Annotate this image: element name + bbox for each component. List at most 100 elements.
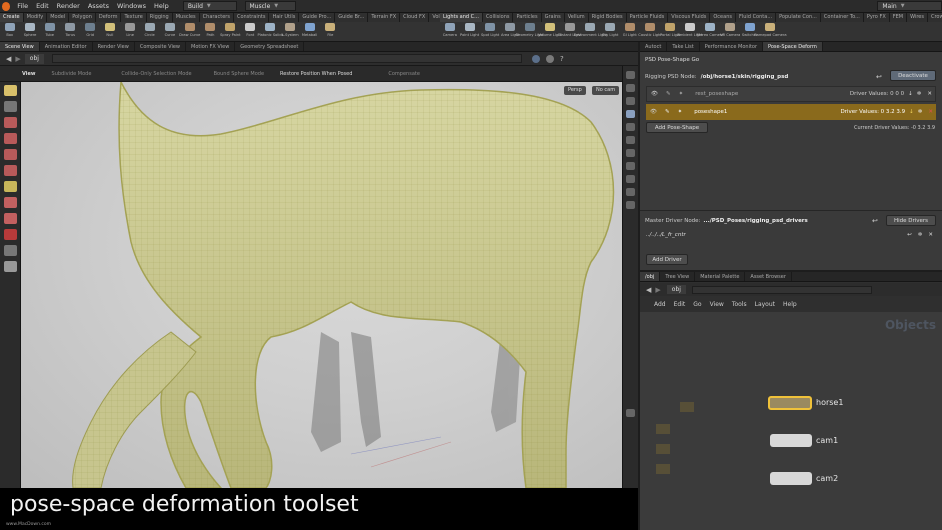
refresh-icon[interactable]: ↩	[907, 232, 912, 238]
viewer-tab-1[interactable]: Animation Editor	[40, 42, 93, 51]
pose-row-active[interactable]: 👁 ✎ ✦ poseshape1 Driver Values: 0 3.2 3.…	[646, 104, 936, 120]
light-tool-10[interactable]: Caustic Light	[638, 22, 662, 41]
light-tool-2[interactable]: Spot Light	[480, 22, 500, 41]
network-menu-view[interactable]: View	[710, 301, 724, 308]
shelf-tab-3[interactable]: Polygon	[69, 13, 96, 22]
scale-tool-icon[interactable]	[3, 133, 17, 144]
light-tool-4[interactable]: Geometry Light	[516, 22, 544, 41]
shelf-tool-5[interactable]: Null	[100, 22, 120, 41]
psd-tab-1[interactable]: Take List	[667, 42, 700, 51]
shelf-tab-12[interactable]: Guide Br...	[335, 13, 369, 22]
path-field[interactable]	[51, 54, 522, 63]
menu-windows[interactable]: Windows	[113, 2, 150, 10]
option-collide-selection[interactable]: Collide-Only Selection Mode	[113, 71, 199, 77]
option-compensate[interactable]: Compensate	[380, 71, 428, 77]
network-menu-edit[interactable]: Edit	[674, 301, 686, 308]
viewer-tab-2[interactable]: Render View	[93, 42, 135, 51]
shelf-tool-10[interactable]: Path	[200, 22, 220, 41]
driver-row[interactable]: ../../../L_fr_cntr ↩ ✲ ✕	[646, 228, 936, 241]
network-tab-1[interactable]: Tree View	[660, 272, 696, 281]
shelf-tab-5[interactable]: Texture	[121, 13, 147, 22]
view-label[interactable]: View	[14, 71, 44, 77]
shelf-tool-1[interactable]: Sphere	[20, 22, 40, 41]
visible-eye-icon[interactable]: 👁	[650, 109, 657, 115]
shelf-tab-right-9[interactable]: Fluid Conta...	[735, 13, 777, 22]
visible-eye-icon[interactable]: 👁	[651, 91, 658, 97]
menu-render[interactable]: Render	[53, 2, 84, 10]
brush-tool-icon[interactable]	[3, 181, 17, 192]
cam2-node[interactable]	[770, 472, 812, 485]
shelf-tool-2[interactable]: Tube	[40, 22, 60, 41]
pose-row-rest[interactable]: 👁 ✎ ✦ rest_poseshape Driver Values: 0 0 …	[646, 86, 936, 102]
shelf-tool-16[interactable]: File	[320, 22, 340, 41]
shelf-tab-6[interactable]: Rigging	[146, 13, 173, 22]
shelf-tab-right-1[interactable]: Collisions	[482, 13, 514, 22]
houdini-logo-icon[interactable]	[2, 1, 11, 11]
network-tab-3[interactable]: Asset Browser	[745, 272, 792, 281]
scene-dropdown[interactable]: Muscle ▼	[244, 1, 297, 11]
menu-help[interactable]: Help	[150, 2, 173, 10]
shelf-tab-7[interactable]: Muscles	[172, 13, 200, 22]
shelf-tab-4[interactable]: Deform	[95, 13, 122, 22]
shelf-tab-right-14[interactable]: Wires	[907, 13, 928, 22]
master-path[interactable]: .../PSD_Poses/rigging_psd_drivers	[703, 218, 807, 224]
light-icon[interactable]	[626, 84, 635, 92]
close-icon[interactable]: ✕	[928, 232, 933, 238]
forward-arrow-icon[interactable]: ▶	[15, 55, 20, 63]
help-icon[interactable]: ?	[560, 55, 564, 63]
shelf-tab-2[interactable]: Model	[47, 13, 70, 22]
viewer-tab-5[interactable]: Geometry Spreadsheet	[235, 42, 305, 51]
shelf-tab-right-6[interactable]: Particle Fluids	[626, 13, 669, 22]
info-icon[interactable]	[626, 409, 635, 417]
view-tool-icon[interactable]	[3, 197, 17, 208]
normals-icon[interactable]	[626, 149, 635, 157]
shelf-tool-3[interactable]: Torus	[60, 22, 80, 41]
light-tool-16[interactable]: Gamepad Camera	[754, 22, 786, 41]
viewer-tab-4[interactable]: Motion FX View	[186, 42, 236, 51]
move-tool-icon[interactable]	[3, 101, 17, 112]
settings-icon[interactable]: ✲	[918, 109, 923, 115]
forward-arrow-icon[interactable]: ▶	[655, 286, 660, 294]
viewport-path[interactable]: obj	[24, 53, 44, 64]
shelf-tab-right-13[interactable]: FEM	[889, 13, 908, 22]
viewer-tab-3[interactable]: Composite View	[135, 42, 186, 51]
magnet-icon[interactable]	[3, 229, 17, 240]
refresh-icon[interactable]: ↩	[872, 217, 878, 225]
pose-tool-icon[interactable]	[3, 149, 17, 160]
psd-tab-0[interactable]: Autoct	[640, 42, 668, 51]
handle-tool-icon[interactable]	[3, 165, 17, 176]
psd-tab-2[interactable]: Performance Monitor	[700, 42, 764, 51]
link-icon[interactable]	[545, 54, 554, 63]
shelf-tab-right-3[interactable]: Grains	[541, 13, 565, 22]
edit-pose-icon[interactable]: ✎	[666, 91, 671, 97]
shelf-tool-11[interactable]: Spray Paint	[220, 22, 240, 41]
menu-edit[interactable]: Edit	[32, 2, 53, 10]
shelf-tab-0[interactable]: Create	[0, 13, 24, 22]
network-canvas[interactable]: Objects horse1 cam1 cam2	[640, 312, 942, 530]
desktop-dropdown[interactable]: Build ▼	[182, 1, 237, 11]
back-arrow-icon[interactable]: ◀	[646, 286, 651, 294]
snap-icon[interactable]	[3, 245, 17, 256]
network-menu-help[interactable]: Help	[783, 301, 797, 308]
close-icon[interactable]: ✕	[927, 91, 932, 97]
pin-icon[interactable]	[531, 54, 540, 63]
node-path[interactable]: /obj/horse1/skin/rigging_psd	[701, 74, 789, 80]
shelf-tab-right-4[interactable]: Vellum	[564, 13, 589, 22]
no-cam-menu[interactable]: No cam	[592, 86, 620, 95]
snapshot-icon[interactable]	[626, 188, 635, 196]
hide-drivers-button[interactable]: Hide Drivers	[886, 215, 936, 226]
rotate-tool-icon[interactable]	[3, 117, 17, 128]
network-menu-add[interactable]: Add	[654, 301, 666, 308]
shelf-tool-4[interactable]: Grid	[80, 22, 100, 41]
camera-icon[interactable]	[626, 162, 635, 170]
settings-icon[interactable]: ✲	[917, 91, 922, 97]
shelf-tab-right-7[interactable]: Viscous Fluids	[668, 13, 711, 22]
option-bound-sphere[interactable]: Bound Sphere Mode	[206, 71, 272, 77]
shelf-tool-8[interactable]: Curve	[160, 22, 180, 41]
shelf-tab-10[interactable]: Hair Utils	[269, 13, 300, 22]
shading-icon[interactable]	[626, 110, 635, 118]
rig-pose-icon[interactable]: ✦	[679, 91, 684, 97]
shelf-tab-right-15[interactable]: Crowds	[927, 13, 942, 22]
arrow-down-icon[interactable]: ↓	[908, 91, 913, 97]
shelf-tab-13[interactable]: Terrain FX	[368, 13, 401, 22]
